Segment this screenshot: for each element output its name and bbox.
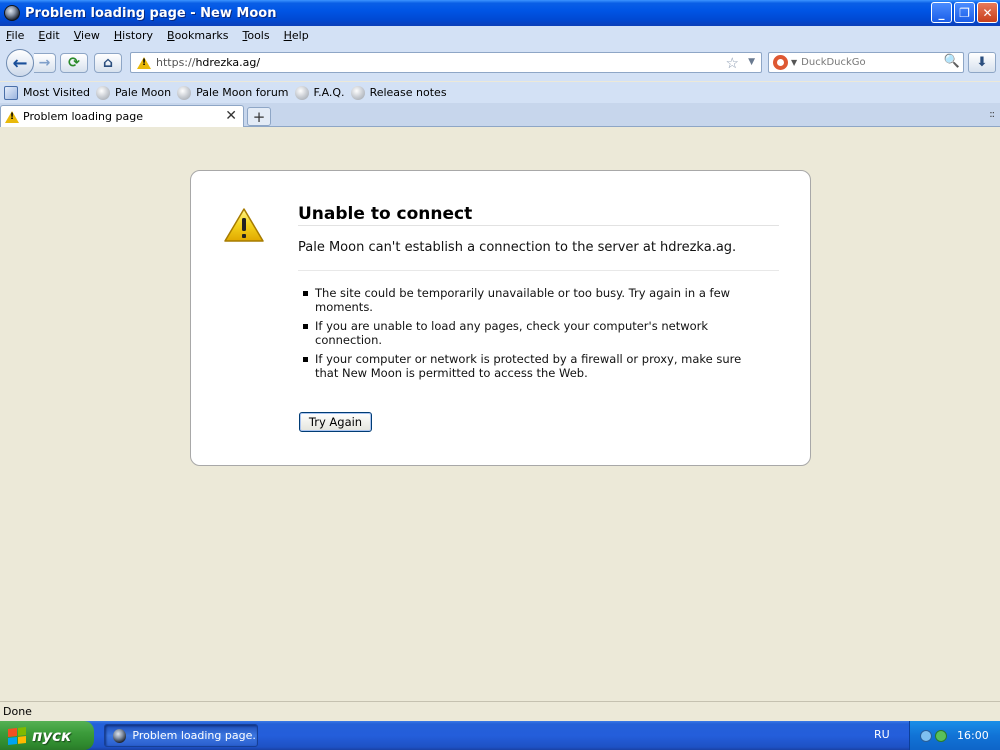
task-label: Problem loading page... — [132, 729, 257, 742]
window-controls: _ ❐ ✕ — [931, 2, 998, 23]
forward-button[interactable]: → — [34, 53, 56, 73]
bookmark-label: F.A.Q. — [313, 86, 345, 99]
back-arrow-icon: ← — [12, 52, 28, 74]
security-tray-icon[interactable] — [935, 729, 947, 742]
minimize-button[interactable]: _ — [931, 2, 952, 23]
list-all-tabs-icon[interactable]: :: — [989, 109, 995, 120]
reload-button[interactable]: ⟳ — [60, 53, 88, 73]
description-divider — [298, 270, 779, 271]
bookmarks-toolbar: Most Visited Pale Moon Pale Moon forum F… — [0, 82, 1000, 103]
bookmark-most-visited[interactable]: Most Visited — [4, 85, 90, 100]
menu-file[interactable]: File — [6, 29, 24, 42]
home-icon: ⌂ — [102, 55, 114, 71]
language-indicator[interactable]: RU — [874, 728, 890, 741]
network-tray-icon[interactable] — [920, 729, 932, 742]
bookmark-label: Most Visited — [23, 86, 90, 99]
error-title: Unable to connect — [298, 204, 473, 224]
duckduckgo-icon[interactable] — [773, 55, 788, 70]
tab-problem-loading-page[interactable]: Problem loading page ✕ — [0, 105, 244, 127]
bookmark-release-notes[interactable]: Release notes — [350, 85, 447, 100]
error-description: Pale Moon can't establish a connection t… — [298, 240, 737, 255]
list-item: The site could be temporarily unavailabl… — [303, 286, 753, 314]
reload-icon: ⟳ — [68, 55, 80, 71]
search-engine-dropdown-icon[interactable]: ▼ — [791, 58, 797, 67]
menu-view[interactable]: View — [74, 29, 100, 42]
url-bar[interactable]: https://hdrezka.ag/ ☆ ▼ — [130, 52, 762, 73]
list-item: If your computer or network is protected… — [303, 352, 753, 380]
downloads-button[interactable]: ⬇ — [968, 52, 996, 73]
url-history-dropdown-icon[interactable]: ▼ — [748, 57, 755, 67]
bookmark-label: Pale Moon — [114, 86, 172, 99]
menu-bar: File Edit View History Bookmarks Tools H… — [0, 26, 1000, 45]
menu-edit[interactable]: Edit — [38, 29, 59, 42]
window-title: Problem loading page - New Moon — [25, 5, 277, 21]
title-divider — [298, 225, 779, 226]
warning-icon — [137, 56, 151, 69]
menu-tools[interactable]: Tools — [242, 29, 269, 42]
title-bar[interactable]: Problem loading page - New Moon _ ❐ ✕ — [0, 0, 1000, 26]
warning-triangle-icon — [223, 207, 265, 243]
windows-flag-icon — [8, 726, 26, 745]
bookmark-pale-moon-forum[interactable]: Pale Moon forum — [177, 85, 289, 100]
search-input[interactable]: DuckDuckGo — [801, 57, 866, 68]
globe-icon — [177, 85, 192, 100]
system-tray: 16:00 — [909, 721, 1000, 750]
page-content: Unable to connect Pale Moon can't establ… — [0, 127, 1000, 701]
try-again-button[interactable]: Try Again — [299, 412, 372, 432]
bookmark-label: Pale Moon forum — [196, 86, 289, 99]
search-icon[interactable]: 🔍 — [944, 54, 960, 69]
url-scheme: https:// — [156, 56, 196, 69]
start-label: пуск — [32, 726, 72, 745]
new-tab-button[interactable]: + — [247, 107, 271, 126]
menu-history[interactable]: History — [114, 29, 153, 42]
list-item: If you are unable to load any pages, che… — [303, 319, 753, 347]
status-text: Done — [3, 705, 32, 718]
bookmark-pale-moon[interactable]: Pale Moon — [95, 85, 172, 100]
status-bar: Done — [0, 701, 1000, 721]
tab-close-icon[interactable]: ✕ — [225, 108, 237, 124]
home-button[interactable]: ⌂ — [94, 53, 122, 73]
url-text[interactable]: https://hdrezka.ag/ — [156, 56, 260, 69]
error-page-container: Unable to connect Pale Moon can't establ… — [190, 170, 811, 466]
pale-moon-app-icon — [4, 5, 20, 21]
bookmark-label: Release notes — [369, 86, 447, 99]
globe-icon — [95, 85, 110, 100]
restore-button[interactable]: ❐ — [954, 2, 975, 23]
most-visited-icon — [4, 85, 18, 100]
menu-help[interactable]: Help — [284, 29, 309, 42]
globe-icon — [350, 85, 365, 100]
windows-taskbar: пуск Problem loading page... RU 16:00 — [0, 721, 1000, 750]
clock: 16:00 — [957, 729, 989, 742]
forward-arrow-icon: → — [38, 55, 51, 71]
search-bar[interactable]: ▼ DuckDuckGo 🔍 — [768, 52, 964, 73]
tab-strip: Problem loading page ✕ + :: — [0, 103, 1000, 127]
close-button[interactable]: ✕ — [977, 2, 998, 23]
pale-moon-app-icon — [113, 728, 127, 743]
download-arrow-icon: ⬇ — [976, 55, 988, 70]
error-suggestions: The site could be temporarily unavailabl… — [303, 286, 753, 385]
start-button[interactable]: пуск — [0, 721, 94, 750]
bookmark-star-icon[interactable]: ☆ — [726, 54, 739, 72]
menu-bookmarks[interactable]: Bookmarks — [167, 29, 228, 42]
back-button[interactable]: ← — [6, 49, 34, 77]
bookmark-faq[interactable]: F.A.Q. — [294, 85, 345, 100]
globe-icon — [294, 85, 309, 100]
taskbar-item-pale-moon[interactable]: Problem loading page... — [104, 724, 258, 747]
warning-icon — [5, 110, 19, 123]
url-host: hdrezka.ag/ — [195, 56, 261, 69]
tab-label: Problem loading page — [23, 110, 143, 123]
